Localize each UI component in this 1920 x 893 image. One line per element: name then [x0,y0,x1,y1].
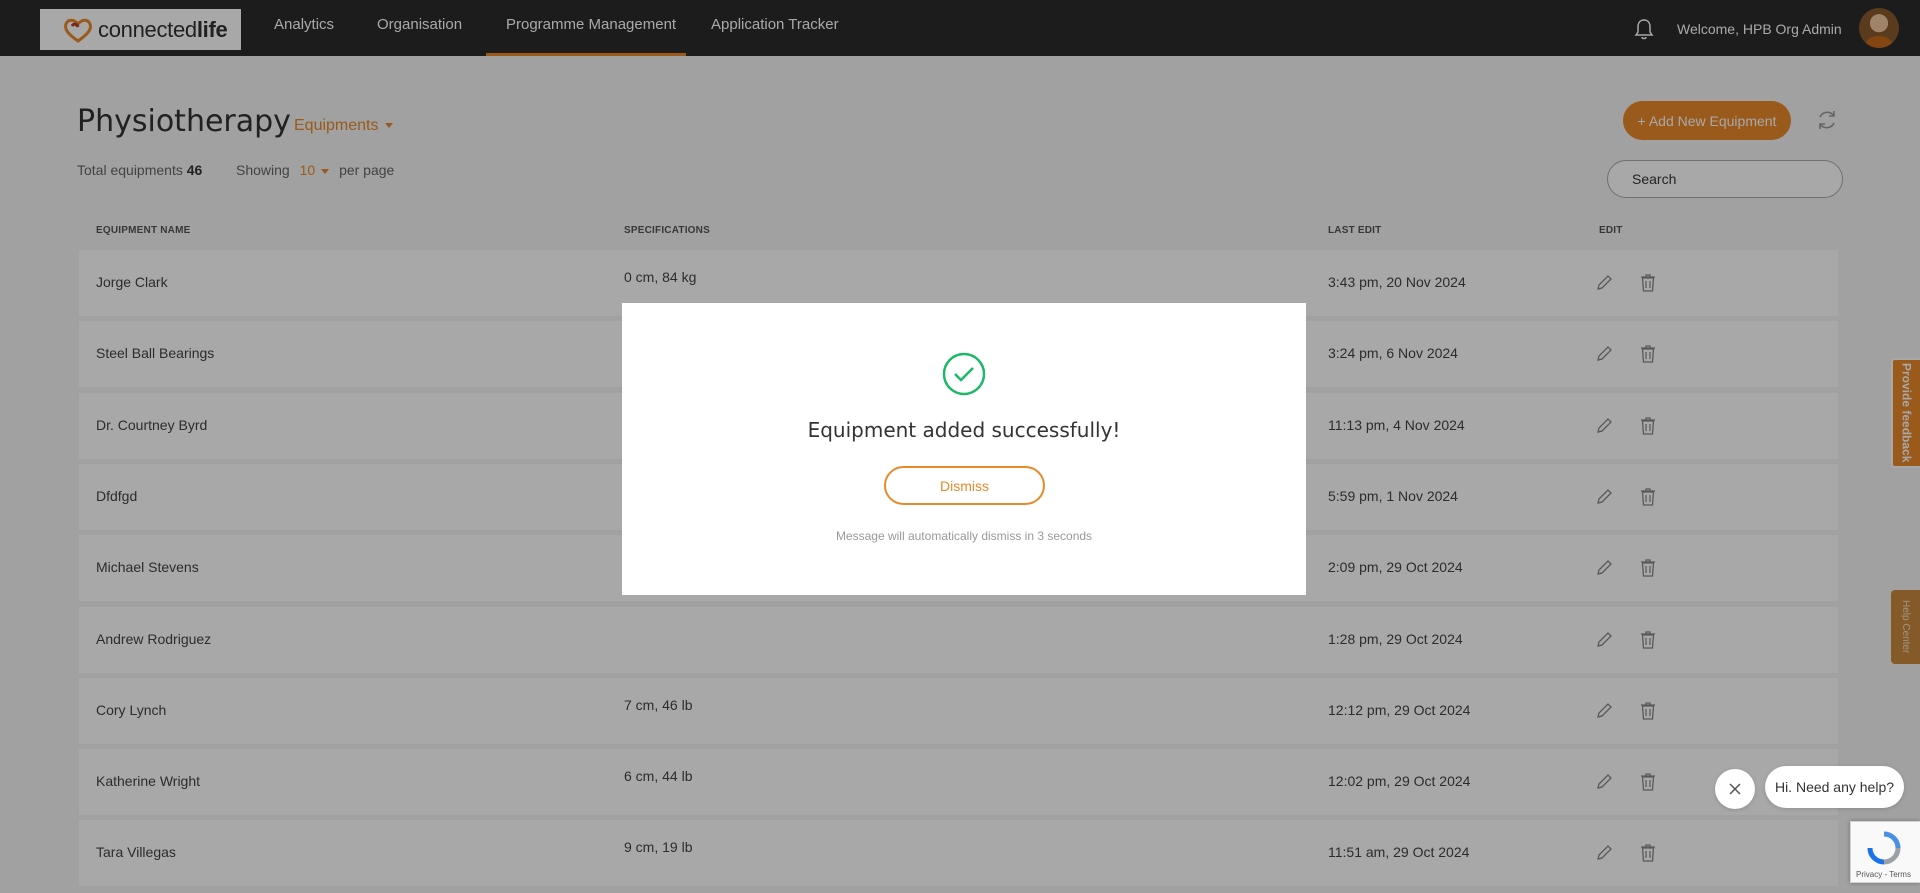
success-modal: Equipment added successfully! Dismiss Me… [622,303,1306,595]
recaptcha-badge[interactable]: Privacy - Terms [1850,821,1920,883]
success-message: Equipment added successfully! [807,418,1121,442]
recaptcha-terms[interactable]: Privacy - Terms [1856,870,1911,879]
recaptcha-icon [1867,831,1901,865]
dismiss-button[interactable]: Dismiss [884,466,1045,505]
auto-dismiss-note: Message will automatically dismiss in 3 … [835,529,1093,543]
chat-close-button[interactable] [1715,769,1755,809]
check-circle-icon [942,352,986,396]
close-icon [1729,783,1741,795]
chat-help-bubble[interactable]: Hi. Need any help? [1765,766,1904,808]
